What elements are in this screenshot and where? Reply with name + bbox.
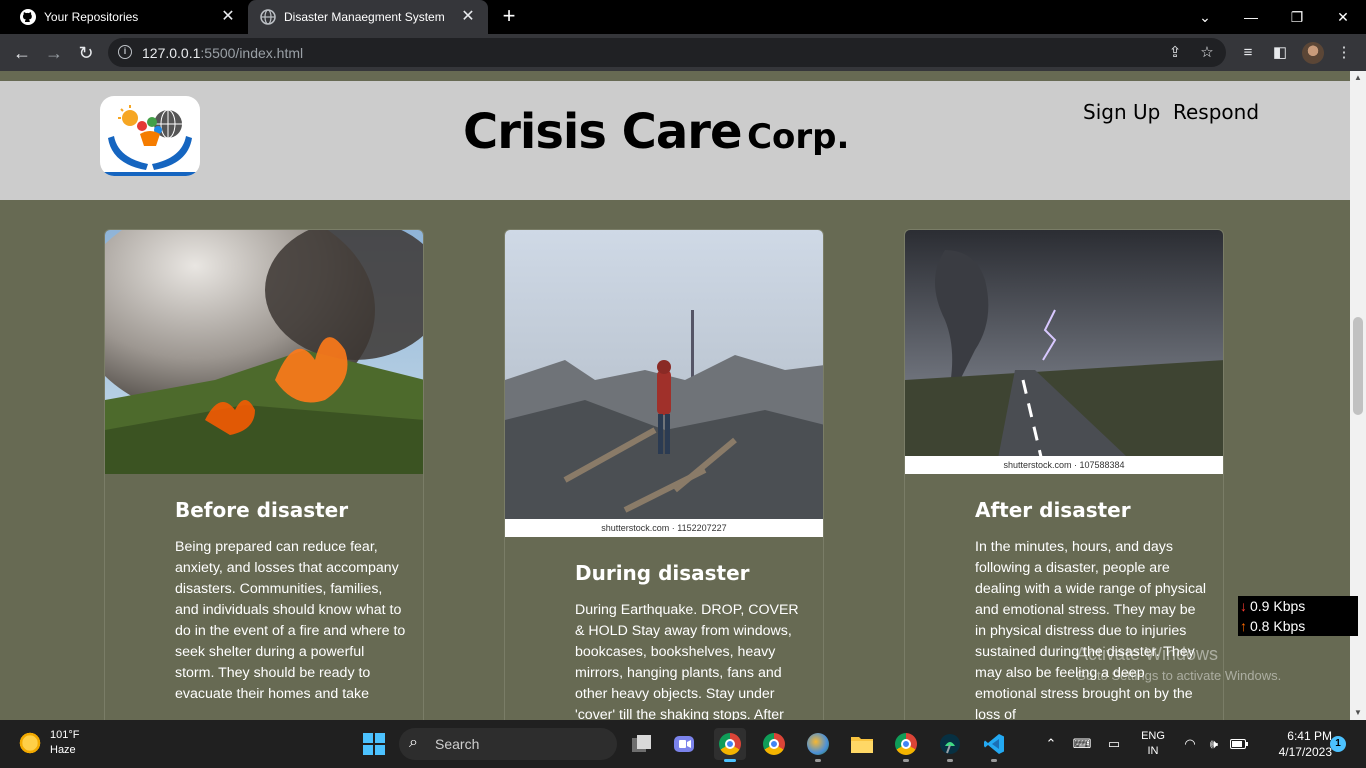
back-button[interactable]: ← [10,41,34,65]
browser-tab-strip: Your Repositories ✕ Disaster Manaegment … [0,0,1366,34]
tab-disaster-management[interactable]: Disaster Manaegment System ✕ [248,0,488,34]
clock-date: 4/17/2023 [1278,745,1332,759]
address-bar[interactable]: i 127.0.0.1:5500/index.html ⇪ ☆ [108,38,1226,67]
brand-title: Crisis Care Corp. [463,104,850,160]
battery-icon[interactable] [1228,720,1250,768]
search-placeholder: Search [435,736,480,752]
chrome-taskbar-icon[interactable] [714,728,746,762]
notification-badge[interactable]: 1 [1330,736,1346,752]
profile-avatar[interactable] [1302,42,1324,64]
tablet-mode-icon[interactable]: ▭ [1102,720,1126,768]
haze-weather-icon [18,731,42,755]
system-clock[interactable]: 6:41 PM 4/17/2023 [1262,728,1332,760]
start-button[interactable] [358,728,390,760]
weather-widget[interactable]: 101°F Haze [18,728,79,758]
scroll-up-arrow-icon[interactable]: ▲ [1350,71,1366,85]
new-tab-button[interactable]: + [498,5,520,28]
download-speed: 0.9 Kbps [1250,598,1306,614]
github-icon [20,9,36,25]
forward-button[interactable]: → [42,41,66,65]
restore-button[interactable]: ❐ [1274,0,1320,34]
windows-taskbar: 101°F Haze ⌕ Search ⌃ ⌨ ▭ ENG IN ◠ 🕪 6:4… [0,720,1366,768]
image-credit: shutterstock.com · 107588384 [905,456,1223,474]
close-icon[interactable]: ✕ [220,9,236,25]
page-viewport: Crisis Care Corp. Sign Up Respond Before… [0,71,1350,720]
earthquake-image: shutterstock.com · 1152207227 [505,230,823,537]
taskbar-search[interactable]: ⌕ Search [399,728,617,760]
wildfire-image [105,230,423,474]
globe-icon [260,9,276,25]
close-icon[interactable]: ✕ [460,9,476,25]
download-arrow-icon: ↓ [1240,598,1247,614]
site-logo[interactable] [100,96,200,176]
nav-sign-up[interactable]: Sign Up [1083,100,1160,124]
nav-respond[interactable]: Respond [1173,100,1259,124]
clock-time: 6:41 PM [1287,729,1332,743]
card-before-disaster: Before disaster Being prepared can reduc… [104,229,424,720]
scroll-down-arrow-icon[interactable]: ▼ [1350,706,1366,720]
side-panel-icon[interactable]: ◧ [1270,43,1290,63]
volume-icon[interactable]: 🕪 [1204,720,1224,768]
photo-app-taskbar-icon[interactable] [802,728,834,762]
language-code: ENG [1141,730,1165,742]
share-icon[interactable]: ⇪ [1166,44,1184,62]
language-indicator[interactable]: ENG IN [1136,720,1170,768]
browser-toolbar: ← → ↻ i 127.0.0.1:5500/index.html ⇪ ☆ ≡ … [0,34,1366,71]
bookmark-star-icon[interactable]: ☆ [1198,44,1216,62]
card-text: Being prepared can reduce fear, anxiety,… [175,539,406,702]
temperature: 101°F [50,729,80,741]
activate-windows-watermark: Activate Windows Go to Settings to activ… [1076,644,1281,683]
show-hidden-icons-chevron-icon[interactable]: ⌃ [1040,720,1062,768]
upload-arrow-icon: ↑ [1240,618,1247,634]
menu-icon[interactable]: ⋮ [1334,43,1354,63]
tornado-image: shutterstock.com · 107588384 [905,230,1223,475]
image-credit: shutterstock.com · 1152207227 [505,519,823,537]
watermark-title: Activate Windows [1076,644,1219,664]
site-info-icon[interactable]: i [118,45,132,59]
teams-chat-icon[interactable] [668,728,700,760]
vscode-icon[interactable] [978,728,1010,762]
region-code: IN [1147,745,1159,757]
card-title: Before disaster [175,498,349,522]
android-studio-icon[interactable] [934,728,966,762]
task-view-icon[interactable] [626,728,658,760]
tab-title: Disaster Manaegment System [284,10,445,24]
close-window-button[interactable]: ✕ [1320,0,1366,34]
url-text: 127.0.0.1:5500/index.html [142,45,304,61]
card-title: After disaster [975,498,1131,522]
keyboard-icon[interactable]: ⌨ [1070,720,1094,768]
wifi-icon[interactable]: ◠ [1180,720,1200,768]
card-text: During Earthquake. DROP, COVER & HOLD St… [575,602,799,720]
site-header: Crisis Care Corp. Sign Up Respond [0,81,1350,200]
card-during-disaster: shutterstock.com · 1152207227 During dis… [504,229,824,720]
tab-search-icon[interactable]: ⌄ [1182,0,1228,34]
scrollbar-thumb[interactable] [1353,317,1363,415]
watermark-subtitle: Go to Settings to activate Windows. [1076,668,1282,683]
upload-speed: 0.8 Kbps [1250,618,1306,634]
search-icon: ⌕ [409,734,418,751]
card-title: During disaster [575,561,750,585]
chrome-second-taskbar-icon[interactable] [890,728,922,762]
tab-title: Your Repositories [44,10,139,24]
minimize-button[interactable]: — [1228,0,1274,34]
chrome-profile-taskbar-icon[interactable] [758,728,790,760]
reload-button[interactable]: ↻ [74,41,98,65]
tab-your-repositories[interactable]: Your Repositories ✕ [8,0,248,34]
network-speed-widget: ↓ 0.9 Kbps ↑ 0.8 Kbps [1238,596,1358,636]
weather-condition: Haze [50,744,76,756]
media-control-icon[interactable]: ≡ [1238,43,1258,63]
file-explorer-icon[interactable] [846,728,878,760]
card-text: In the minutes, hours, and days followin… [975,539,1207,720]
